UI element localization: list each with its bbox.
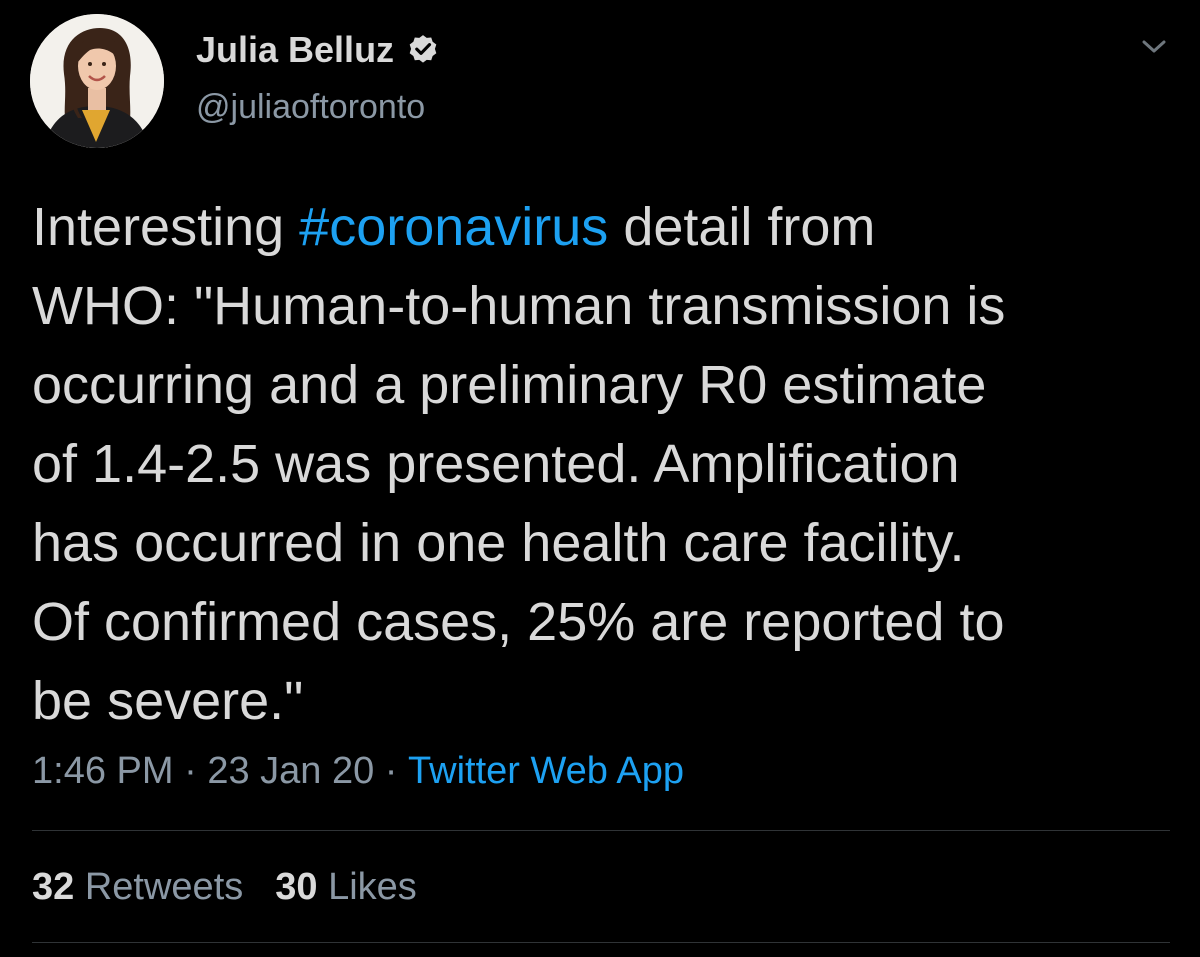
avatar-photo [30,14,164,148]
author-name-row[interactable]: Julia Belluz [196,26,440,74]
tweet-source-link[interactable]: Twitter Web App [408,750,684,793]
retweets-count: 32 [32,866,75,908]
tweet-text: Interesting #coronavirus detail from WHO… [32,188,1182,741]
divider [32,830,1170,831]
hashtag-link[interactable]: #coronavirus [299,197,608,257]
verified-badge-icon [406,33,440,67]
chevron-down-icon[interactable] [1138,34,1170,58]
divider [32,942,1170,943]
author-display-name[interactable]: Julia Belluz [196,29,394,71]
likes-stat[interactable]: 30 Likes [275,866,417,909]
tweet-text-part: detail from WHO: "Human-to-human transmi… [32,197,1006,731]
retweets-label: Retweets [84,866,244,908]
meta-separator: · [374,750,409,792]
likes-count: 30 [275,866,318,908]
meta-separator: · [173,750,208,792]
tweet-meta: 1:46 PM · 23 Jan 20 · Twitter Web App [32,750,684,793]
avatar[interactable] [30,14,164,148]
retweets-stat[interactable]: 32 Retweets [32,866,243,909]
author-handle[interactable]: @juliaoftoronto [196,88,425,127]
tweet-text-part: Interesting [32,197,300,257]
tweet-time[interactable]: 1:46 PM [32,750,174,793]
likes-label: Likes [328,866,417,908]
tweet-date[interactable]: 23 Jan 20 [207,750,374,793]
tweet-stats: 32 Retweets 30 Likes [32,866,417,909]
tweet-card: Julia Belluz @juliaoftoronto Interesting… [0,0,1200,957]
